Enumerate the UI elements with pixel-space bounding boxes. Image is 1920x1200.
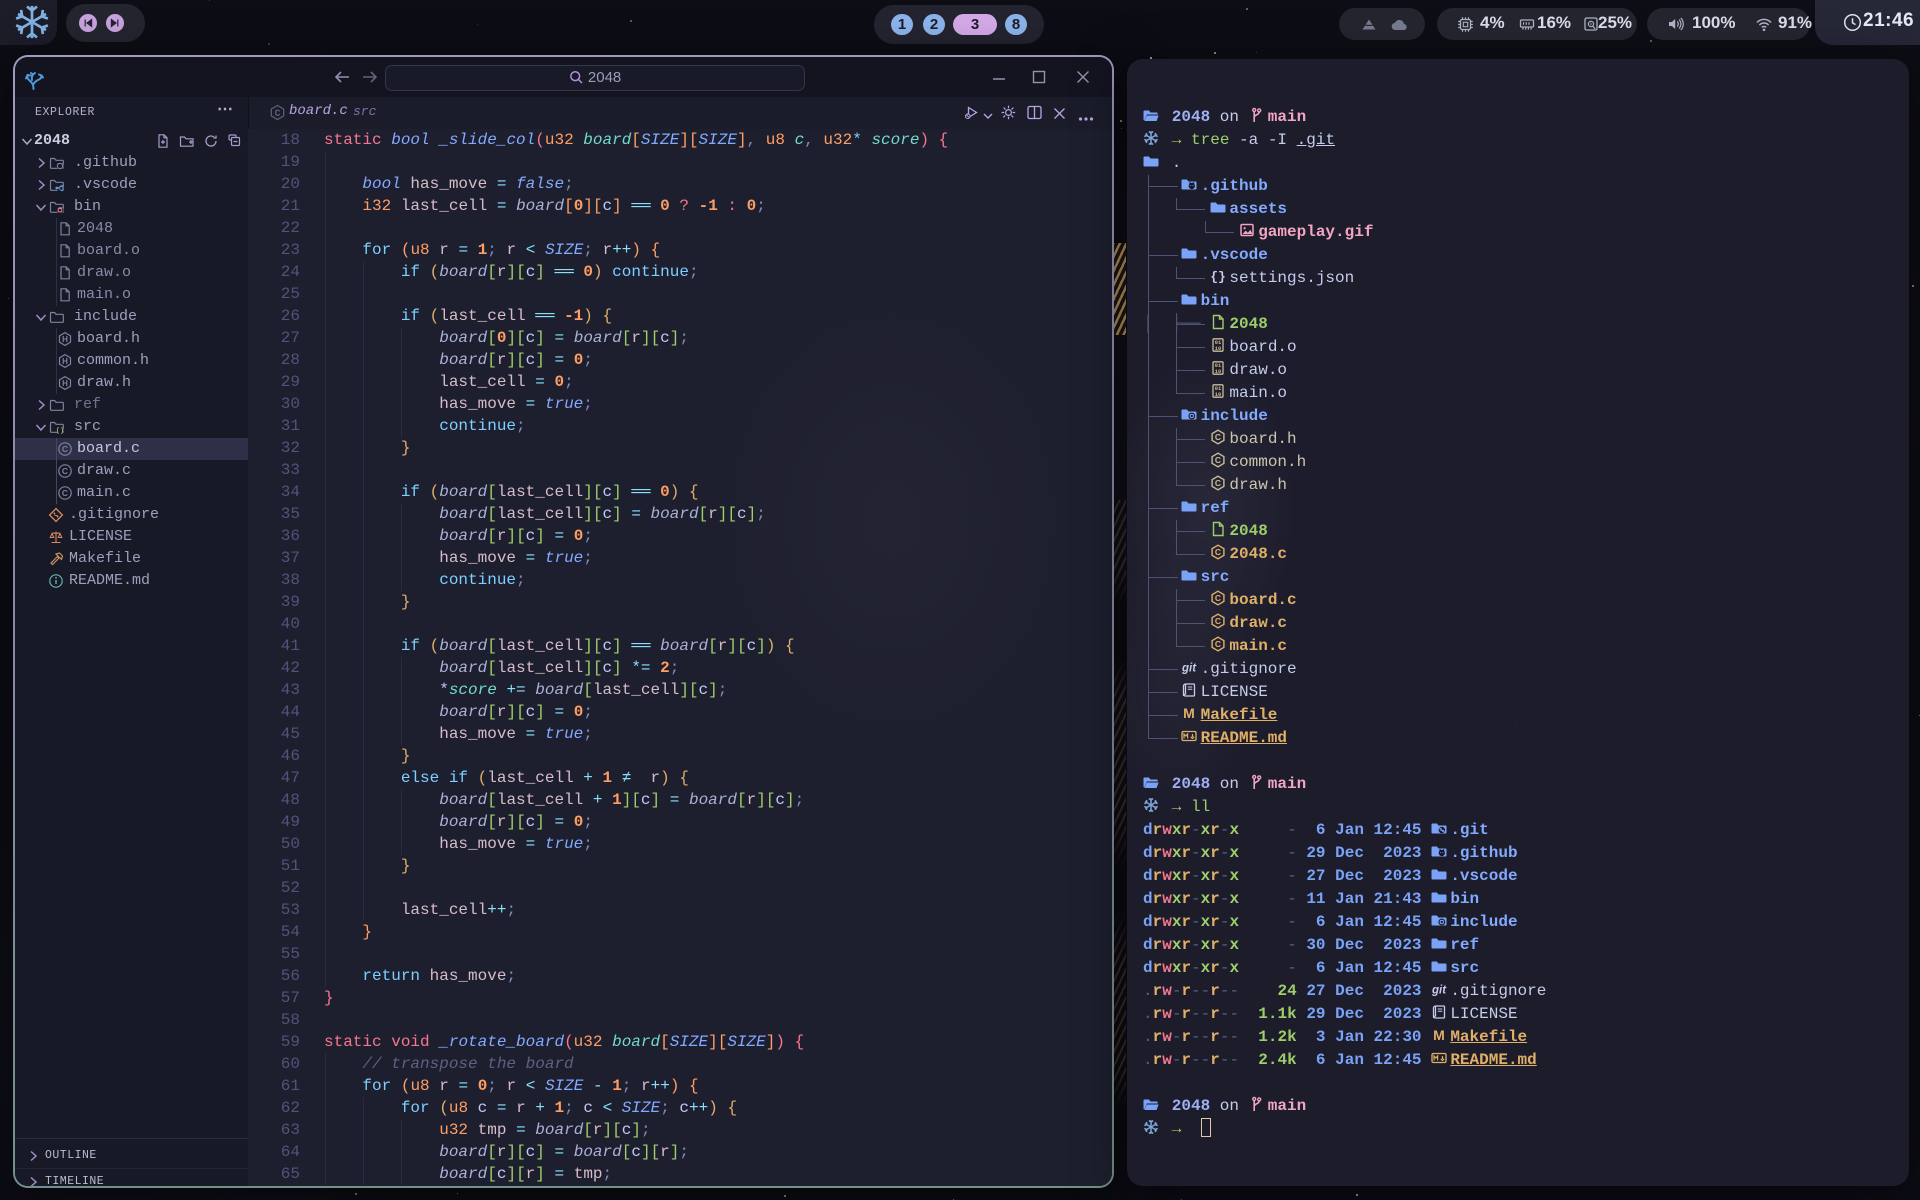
- svg-text:H: H: [62, 357, 68, 366]
- svg-text:M: M: [1184, 705, 1196, 721]
- svg-text:C: C: [1215, 639, 1221, 649]
- svg-text:C: C: [274, 109, 280, 120]
- svg-text:10: 10: [1215, 346, 1221, 352]
- svg-text:{}: {}: [1210, 270, 1226, 285]
- svg-text:git: git: [1181, 663, 1197, 675]
- svg-text:C: C: [1215, 478, 1221, 488]
- svg-text:10: 10: [1215, 369, 1221, 375]
- svg-text:(): (): [56, 427, 64, 435]
- svg-text:git: git: [1431, 985, 1447, 997]
- svg-text:C: C: [1215, 547, 1221, 557]
- svg-text:C: C: [62, 466, 68, 476]
- svg-text:C: C: [62, 488, 68, 498]
- svg-text:10: 10: [1215, 392, 1221, 398]
- svg-text:M: M: [1433, 1027, 1445, 1043]
- svg-text:C: C: [1215, 455, 1221, 465]
- svg-text:C: C: [62, 444, 68, 454]
- svg-text:H: H: [62, 335, 68, 344]
- svg-text:C: C: [1215, 593, 1221, 603]
- svg-text:C: C: [1215, 432, 1221, 442]
- svg-text:H: H: [62, 379, 68, 388]
- svg-text:C: C: [1215, 616, 1221, 626]
